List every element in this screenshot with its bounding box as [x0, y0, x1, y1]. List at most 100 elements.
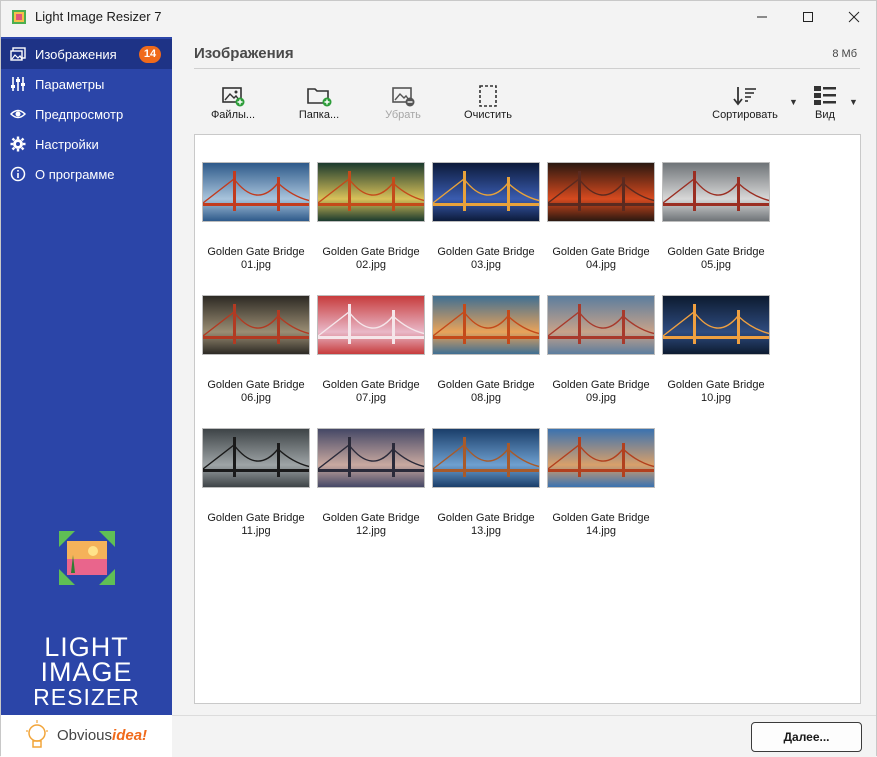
caption-line-1: Golden Gate Bridge [207, 512, 305, 524]
view-dropdown-icon[interactable]: ▼ [849, 97, 858, 107]
caption-line-1: Golden Gate Bridge [207, 379, 305, 391]
add-files-button[interactable]: Файлы... [206, 83, 260, 125]
brand-name: Obviousidea! [57, 727, 148, 744]
thumbnail-image [547, 162, 655, 222]
thumbnail-image [202, 295, 310, 355]
next-button[interactable]: Далее... [751, 722, 862, 752]
thumbnail-image [662, 295, 770, 355]
image-thumbnail[interactable]: Golden Gate Bridge 12.jpg [317, 428, 425, 538]
thumbnail-caption: Golden Gate Bridge 12.jpg [317, 512, 425, 538]
thumbnail-caption: Golden Gate Bridge 09.jpg [547, 379, 655, 405]
thumbnail-caption: Golden Gate Bridge 02.jpg [317, 246, 425, 272]
caption-line-1: Golden Gate Bridge [552, 512, 650, 524]
thumbnail-caption: Golden Gate Bridge 04.jpg [547, 246, 655, 272]
remove-label: Убрать [385, 109, 421, 121]
caption-line-1: Golden Gate Bridge [207, 246, 305, 258]
minimize-icon [757, 16, 767, 18]
thumbnail-image [317, 295, 425, 355]
caption-line-1: Golden Gate Bridge [552, 379, 650, 391]
thumbnail-caption: Golden Gate Bridge 06.jpg [202, 379, 310, 405]
maximize-button[interactable] [785, 1, 831, 33]
close-icon [848, 11, 860, 23]
sort-icon [707, 83, 783, 109]
window-title: Light Image Resizer 7 [35, 9, 162, 24]
image-gallery[interactable]: Golden Gate Bridge 01.jpg Golden Gate Brid… [194, 134, 861, 704]
caption-line-1: Golden Gate Bridge [437, 379, 535, 391]
remove-button[interactable]: Убрать [379, 83, 427, 125]
caption-line-2: 12.jpg [356, 525, 386, 537]
sidebar-item-images[interactable]: Изображения 14 [1, 39, 172, 69]
caption-line-2: 06.jpg [241, 392, 271, 404]
caption-line-2: 13.jpg [471, 525, 501, 537]
image-thumbnail[interactable]: Golden Gate Bridge 14.jpg [547, 428, 655, 538]
image-thumbnail[interactable]: Golden Gate Bridge 01.jpg [202, 162, 310, 272]
sidebar-item-label: О программе [35, 166, 115, 182]
view-list-icon [807, 83, 843, 109]
caption-line-2: 14.jpg [586, 525, 616, 537]
add-folder-icon [293, 83, 345, 109]
caption-line-2: 09.jpg [586, 392, 616, 404]
caption-line-2: 08.jpg [471, 392, 501, 404]
sidebar-item-parameters[interactable]: Параметры [1, 69, 172, 99]
image-thumbnail[interactable]: Golden Gate Bridge 02.jpg [317, 162, 425, 272]
thumbnail-image [432, 295, 540, 355]
image-thumbnail[interactable]: Golden Gate Bridge 09.jpg [547, 295, 655, 405]
gear-icon [10, 136, 26, 152]
image-thumbnail[interactable]: Golden Gate Bridge 11.jpg [202, 428, 310, 538]
image-thumbnail[interactable]: Golden Gate Bridge 10.jpg [662, 295, 770, 405]
sidebar: Изображения 14 Параметры Предпросмотр На… [1, 37, 172, 739]
sidebar-item-about[interactable]: О программе [1, 159, 172, 189]
sliders-icon [10, 76, 26, 92]
image-thumbnail[interactable]: Golden Gate Bridge 13.jpg [432, 428, 540, 538]
thumbnail-caption: Golden Gate Bridge 07.jpg [317, 379, 425, 405]
app-window: Light Image Resizer 7 Изображения 14 Пар… [0, 0, 877, 757]
caption-line-1: Golden Gate Bridge [322, 246, 420, 258]
sidebar-item-settings[interactable]: Настройки [1, 129, 172, 159]
sort-button[interactable]: Сортировать [707, 83, 783, 125]
add-image-icon [206, 83, 260, 109]
sidebar-item-preview[interactable]: Предпросмотр [1, 99, 172, 129]
image-thumbnail[interactable]: Golden Gate Bridge 06.jpg [202, 295, 310, 405]
thumbnail-image [547, 295, 655, 355]
sidebar-item-label: Настройки [35, 136, 99, 152]
caption-line-2: 07.jpg [356, 392, 386, 404]
minimize-button[interactable] [739, 1, 785, 33]
page-title: Изображения [194, 45, 294, 62]
eye-icon [10, 106, 26, 122]
caption-line-1: Golden Gate Bridge [437, 512, 535, 524]
add-folder-label: Папка... [298, 109, 340, 121]
caption-line-1: Golden Gate Bridge [322, 512, 420, 524]
thumbnail-image [432, 162, 540, 222]
caption-line-2: 04.jpg [586, 259, 616, 271]
thumbnail-image [317, 428, 425, 488]
thumbnail-caption: Golden Gate Bridge 10.jpg [662, 379, 770, 405]
caption-line-2: 11.jpg [241, 525, 271, 537]
image-thumbnail[interactable]: Golden Gate Bridge 05.jpg [662, 162, 770, 272]
thumbnail-image [202, 428, 310, 488]
add-folder-button[interactable]: Папка... [293, 83, 345, 125]
image-thumbnail[interactable]: Golden Gate Bridge 08.jpg [432, 295, 540, 405]
sort-dropdown-icon[interactable]: ▼ [789, 97, 798, 107]
total-size-label: 8 Мб [832, 48, 857, 60]
thumbnail-image [317, 162, 425, 222]
remove-image-icon [379, 83, 427, 109]
image-thumbnail[interactable]: Golden Gate Bridge 07.jpg [317, 295, 425, 405]
view-button[interactable]: Вид [807, 83, 843, 125]
image-thumbnail[interactable]: Golden Gate Bridge 04.jpg [547, 162, 655, 272]
app-logo: LIGHT IMAGE RESIZER 7 [1, 527, 172, 739]
close-button[interactable] [831, 1, 877, 33]
sidebar-item-label: Предпросмотр [35, 106, 124, 122]
header-divider [194, 68, 860, 69]
maximize-icon [803, 12, 813, 22]
images-icon [10, 46, 26, 62]
thumbnail-caption: Golden Gate Bridge 03.jpg [432, 246, 540, 272]
thumbnail-caption: Golden Gate Bridge 08.jpg [432, 379, 540, 405]
view-label: Вид [815, 109, 835, 121]
clear-button[interactable]: Очистить [459, 83, 517, 125]
thumbnail-caption: Golden Gate Bridge 11.jpg [202, 512, 310, 538]
resize-logo-icon [59, 531, 115, 585]
image-thumbnail[interactable]: Golden Gate Bridge 03.jpg [432, 162, 540, 272]
caption-line-1: Golden Gate Bridge [667, 246, 765, 258]
app-icon [12, 10, 26, 24]
caption-line-2: 02.jpg [356, 259, 386, 271]
